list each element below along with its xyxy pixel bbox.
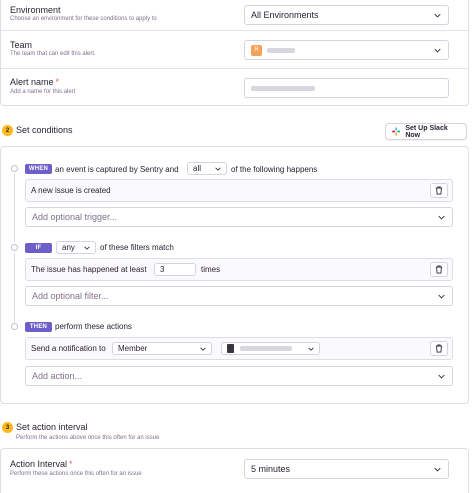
filter-prefix: The issue has happened at least: [31, 265, 147, 274]
slack-icon: [392, 127, 401, 136]
when-match-select[interactable]: all: [187, 162, 227, 175]
delete-action-button[interactable]: [430, 341, 448, 356]
team-label: Team: [10, 40, 33, 50]
step-badge: 3: [2, 422, 13, 433]
alert-name-label: Alert name *: [10, 77, 59, 87]
when-match-value: all: [193, 164, 202, 173]
chevron-down-icon: [438, 294, 445, 299]
chevron-down-icon: [434, 48, 441, 53]
step-dot: [11, 165, 18, 172]
action-interval-select[interactable]: 5 minutes: [244, 459, 449, 479]
then-badge: THEN: [25, 322, 52, 332]
action-target-member-select[interactable]: [221, 342, 320, 355]
required-mark: *: [55, 77, 60, 87]
trash-icon: [435, 344, 443, 353]
setup-slack-button[interactable]: Set Up Slack Now: [385, 123, 467, 140]
when-text: an event is captured by Sentry and: [55, 165, 179, 174]
connector-line: [14, 253, 15, 321]
required-mark: *: [69, 459, 73, 469]
action-interval-label: Action Interval *: [10, 459, 73, 469]
conditions-title: Set conditions: [16, 125, 73, 135]
filter-item: The issue has happened at least 3 times: [25, 258, 453, 281]
if-badge: IF: [25, 243, 52, 253]
chevron-down-icon: [438, 215, 445, 220]
action-interval-value: 5 minutes: [251, 464, 291, 474]
interval-panel: Action Interval * Perform these actions o…: [0, 448, 469, 493]
add-action-placeholder: Add action...: [32, 371, 83, 381]
setup-slack-label: Set Up Slack Now: [405, 124, 448, 139]
member-name-redacted: [240, 346, 292, 351]
if-text-after: of these filters match: [100, 243, 174, 252]
alert-name-label-text: Alert name: [10, 77, 54, 87]
environment-select[interactable]: All Environments: [244, 5, 449, 25]
environment-label: Environment: [10, 5, 61, 15]
add-trigger-select[interactable]: Add optional trigger...: [25, 207, 453, 227]
if-match-value: any: [62, 243, 75, 252]
delete-trigger-button[interactable]: [430, 183, 448, 198]
trash-icon: [435, 265, 443, 274]
member-avatar-redacted: [227, 344, 234, 353]
add-trigger-placeholder: Add optional trigger...: [32, 212, 118, 222]
chevron-down-icon: [308, 347, 314, 351]
step-dot: [11, 244, 18, 251]
trigger-item-text: A new issue is created: [31, 186, 111, 195]
divider: [1, 68, 468, 69]
filter-suffix: times: [201, 265, 221, 274]
chevron-down-icon: [215, 167, 221, 171]
chevron-down-icon: [434, 13, 441, 18]
team-help: The team that can edit this alert.: [10, 51, 96, 57]
delete-filter-button[interactable]: [430, 262, 448, 277]
when-text-after: of the following happens: [231, 165, 318, 174]
team-select[interactable]: R: [244, 40, 449, 60]
add-filter-placeholder: Add optional filter...: [32, 291, 109, 301]
action-target-type-select[interactable]: Member: [112, 342, 212, 355]
action-target-type-value: Member: [118, 344, 148, 353]
environment-select-value: All Environments: [251, 10, 319, 20]
when-badge: WHEN: [25, 164, 52, 174]
interval-title: Set action interval: [16, 422, 88, 432]
interval-subtitle: Perform the actions above once this ofte…: [16, 435, 160, 441]
step-dot: [11, 323, 18, 330]
action-item: Send a notification to Member: [25, 337, 453, 360]
alert-name-input[interactable]: [244, 78, 449, 98]
alert-name-redacted: [251, 85, 315, 91]
add-action-select[interactable]: Add action...: [25, 366, 453, 386]
connector-line: [14, 174, 15, 242]
trash-icon: [435, 186, 443, 195]
if-match-select[interactable]: any: [56, 241, 96, 254]
chevron-down-icon: [84, 246, 90, 250]
action-prefix: Send a notification to: [31, 344, 106, 353]
team-avatar: R: [251, 44, 262, 56]
action-interval-label-text: Action Interval: [10, 459, 68, 469]
alert-name-help: Add a name for this alert: [10, 89, 76, 95]
chevron-down-icon: [200, 347, 206, 351]
add-filter-select[interactable]: Add optional filter...: [25, 286, 453, 306]
step-badge: 2: [2, 125, 13, 136]
environment-help: Choose an environment for these conditio…: [10, 16, 157, 22]
chevron-down-icon: [434, 467, 441, 472]
trigger-item: A new issue is created: [25, 179, 453, 202]
action-interval-help: Perform these actions once this often fo…: [10, 471, 142, 477]
divider: [1, 30, 468, 31]
filter-count-input[interactable]: 3: [154, 263, 196, 276]
chevron-down-icon: [438, 374, 445, 379]
then-text-after: perform these actions: [55, 322, 132, 331]
alert-settings-panel: Environment Choose an environment for th…: [0, 0, 469, 106]
team-name-redacted: [267, 47, 295, 53]
